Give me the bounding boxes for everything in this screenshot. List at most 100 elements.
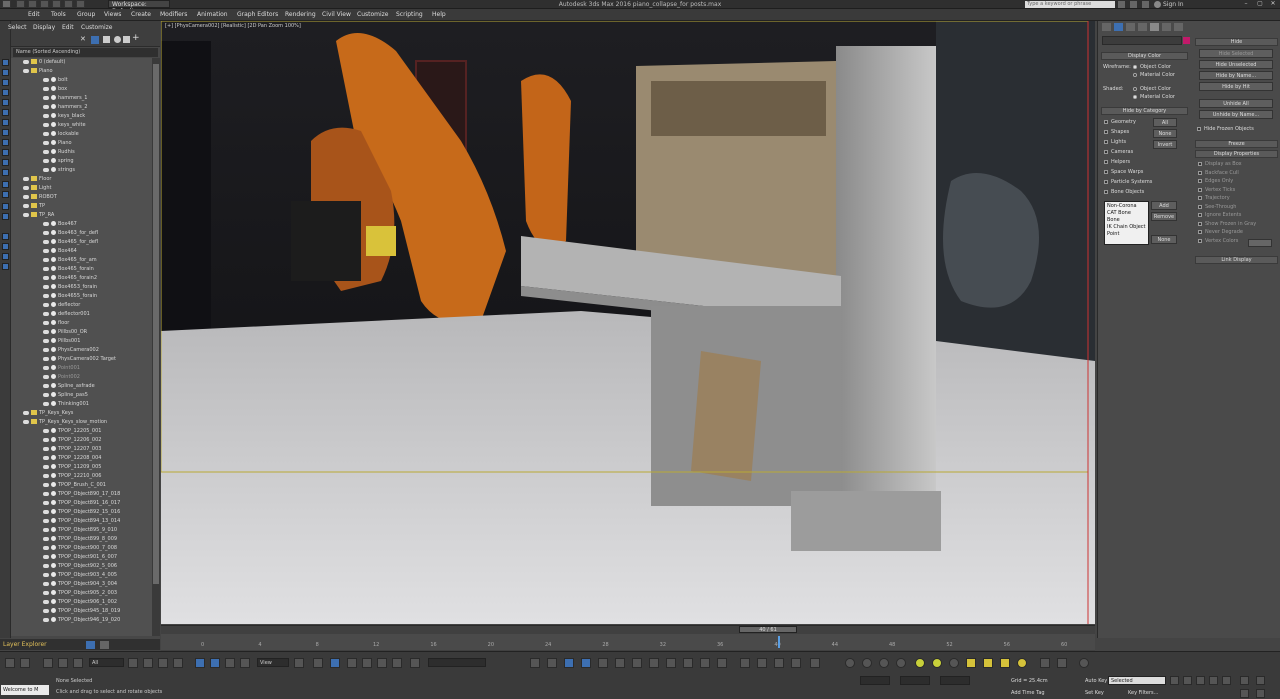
corona-sun-icon[interactable]	[915, 658, 925, 668]
object-row[interactable]: TPOP_Brush_C_001	[11, 481, 152, 490]
visibility-toggle-icon[interactable]	[43, 581, 49, 586]
category-checkbox[interactable]	[1104, 140, 1108, 144]
visibility-toggle-icon[interactable]	[43, 599, 49, 604]
category-checkbox[interactable]	[1104, 130, 1108, 134]
visibility-toggle-icon[interactable]	[23, 176, 29, 181]
unlink-icon[interactable]	[58, 658, 68, 668]
visibility-toggle-icon[interactable]	[43, 257, 49, 262]
object-row[interactable]: Point002	[11, 373, 152, 382]
wrench-icon[interactable]	[1174, 23, 1183, 31]
visibility-toggle-icon[interactable]	[23, 194, 29, 199]
rollout-display-color[interactable]: Display Color	[1101, 52, 1188, 60]
previous-frame-icon[interactable]	[1183, 676, 1192, 685]
column-header-name[interactable]: Name (Sorted Ascending)	[13, 48, 158, 57]
menu-graph-editors[interactable]: Graph Editors	[237, 11, 278, 18]
communication-icon[interactable]	[1142, 1, 1149, 8]
object-row[interactable]: bolt	[11, 76, 152, 85]
select-all-icon[interactable]	[103, 36, 110, 43]
camera-viewport[interactable]: [+] [PhysCamera002] [Realistic] [2D Pan …	[161, 21, 1095, 624]
category-checkbox[interactable]	[1104, 180, 1108, 184]
visibility-toggle-icon[interactable]	[43, 302, 49, 307]
visibility-toggle-icon[interactable]	[43, 446, 49, 451]
key-filters-button[interactable]: Key Filters...	[1128, 690, 1158, 696]
visibility-toggle-icon[interactable]	[43, 320, 49, 325]
scrollbar-thumb[interactable]	[153, 64, 159, 584]
display-space-warps-icon[interactable]	[2, 129, 9, 136]
category-list[interactable]: Non-Corona CAT Bone Bone IK Chain Object…	[1104, 201, 1149, 245]
pivot-center-icon[interactable]	[294, 658, 304, 668]
object-row[interactable]: Piano	[11, 139, 152, 148]
object-row[interactable]: TPOP_12208_004	[11, 454, 152, 463]
maxscript-listener[interactable]: Welcome to M	[1, 685, 49, 695]
visibility-toggle-icon[interactable]	[43, 356, 49, 361]
layer-row[interactable]: TP	[11, 202, 152, 211]
display-frozen-icon[interactable]	[2, 181, 9, 188]
spinner-snap-icon[interactable]	[392, 658, 402, 668]
next-frame-icon[interactable]	[1209, 676, 1218, 685]
corona-vfb-icon[interactable]	[757, 658, 767, 668]
display-property-checkbox[interactable]	[1198, 196, 1202, 200]
curve-editor-icon[interactable]	[615, 658, 625, 668]
visibility-toggle-icon[interactable]	[43, 401, 49, 406]
object-row[interactable]: TPOP_Object903_4_005	[11, 571, 152, 580]
track-bar[interactable]: 04812162024283236404448525660	[161, 634, 1095, 650]
menu-modifiers[interactable]: Modifiers	[160, 11, 187, 18]
visibility-toggle-icon[interactable]	[23, 68, 29, 73]
menu-customize[interactable]: Customize	[357, 11, 389, 18]
scene-tree-scrollbar[interactable]	[152, 58, 160, 636]
object-row[interactable]: Box463_for_defl	[11, 229, 152, 238]
visibility-toggle-icon[interactable]	[43, 230, 49, 235]
display-helpers-icon[interactable]	[2, 119, 9, 126]
object-row[interactable]: Box465_forain	[11, 265, 152, 274]
filter-icon[interactable]	[91, 36, 99, 44]
wireframe-object-color-radio[interactable]	[1133, 65, 1137, 69]
menu-rendering[interactable]: Rendering	[285, 11, 316, 18]
list-item[interactable]: Bone	[1107, 217, 1120, 223]
object-row[interactable]: keys_black	[11, 112, 152, 121]
hide-frozen-checkbox[interactable]	[1197, 127, 1201, 131]
select-by-name-icon[interactable]	[143, 658, 153, 668]
create-tab-icon[interactable]	[1102, 23, 1111, 31]
corona-camera-icon[interactable]	[879, 658, 889, 668]
menu-animation[interactable]: Animation	[197, 11, 228, 18]
shaded-material-color-radio[interactable]	[1133, 95, 1137, 99]
object-row[interactable]: TPOP_12205_001	[11, 427, 152, 436]
layer-explorer-options-icon[interactable]	[100, 641, 109, 649]
corona-light-icon[interactable]	[862, 658, 872, 668]
visibility-toggle-icon[interactable]	[43, 527, 49, 532]
sign-in-link[interactable]: Sign In	[1163, 1, 1184, 8]
menu-create[interactable]: Create	[131, 11, 151, 18]
zoom-icon[interactable]	[1240, 676, 1249, 685]
layer-explorer-label[interactable]: Layer Explorer	[0, 639, 160, 650]
close-button[interactable]: ✕	[1267, 0, 1279, 8]
object-row[interactable]: Box465_forain2	[11, 274, 152, 283]
object-row[interactable]: TPOP_Object945_18_019	[11, 607, 152, 616]
visibility-toggle-icon[interactable]	[43, 464, 49, 469]
hide-unselected-button[interactable]: Hide Unselected	[1199, 60, 1273, 69]
collapse-all-icon[interactable]	[2, 233, 9, 240]
bind-space-warp-icon[interactable]	[73, 658, 83, 668]
visibility-toggle-icon[interactable]	[43, 266, 49, 271]
visibility-toggle-icon[interactable]	[23, 410, 29, 415]
visibility-toggle-icon[interactable]	[43, 104, 49, 109]
menu-group[interactable]: Group	[77, 11, 95, 18]
visibility-toggle-icon[interactable]	[43, 473, 49, 478]
display-property-checkbox[interactable]	[1198, 170, 1202, 175]
render-iterative-icon[interactable]	[717, 658, 727, 668]
menu-tools[interactable]: Tools	[51, 11, 66, 18]
unhide-by-name-button[interactable]: Unhide by Name...	[1199, 110, 1273, 119]
rollout-hide-by-category[interactable]: Hide by Category	[1101, 107, 1188, 115]
object-row[interactable]: Box4653_forain	[11, 283, 152, 292]
snaps-toggle-icon[interactable]	[347, 658, 357, 668]
display-children-icon[interactable]	[2, 203, 9, 210]
display-hidden-icon[interactable]	[2, 191, 9, 198]
object-name-field[interactable]	[1102, 36, 1182, 45]
category-invert-button[interactable]: Invert	[1153, 140, 1177, 149]
toggle-scene-explorer-icon[interactable]	[564, 658, 574, 668]
category-checkbox[interactable]	[1104, 150, 1108, 154]
corona-interactive-icon[interactable]	[774, 658, 784, 668]
display-property-checkbox[interactable]	[1198, 230, 1202, 234]
align-icon[interactable]	[547, 658, 557, 668]
rendered-frame-window-icon[interactable]	[683, 658, 693, 668]
search-icon[interactable]	[1118, 1, 1125, 8]
